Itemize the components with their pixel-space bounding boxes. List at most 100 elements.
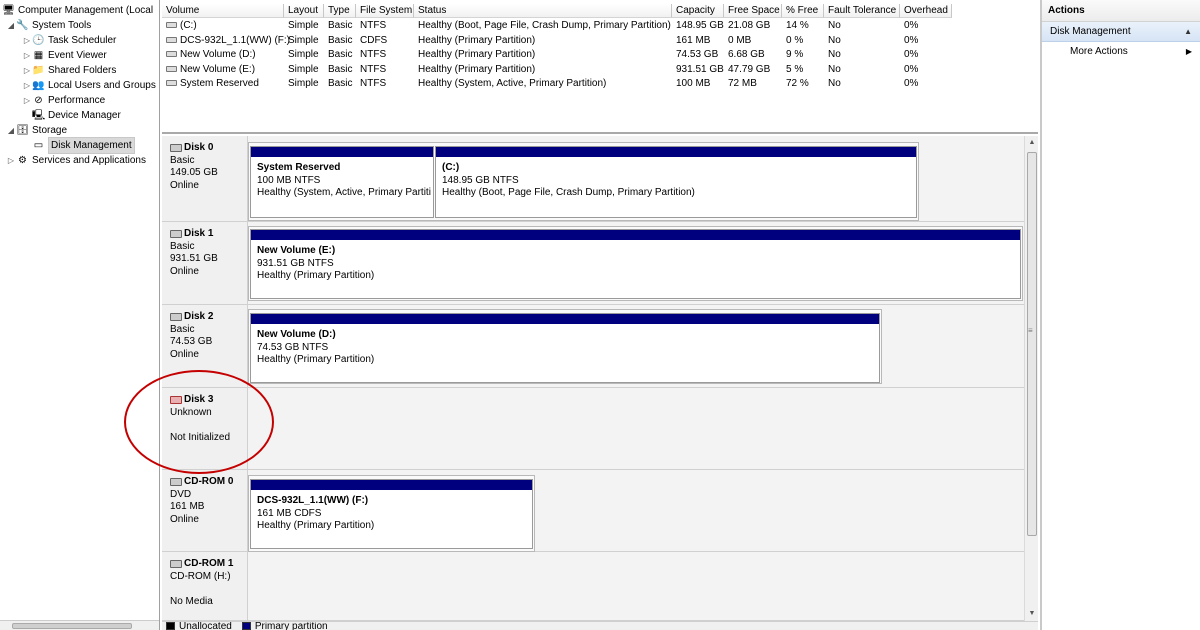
disk-info-panel[interactable]: Disk 0 Basic 149.05 GB Online — [162, 136, 248, 221]
disk-row: Disk 2 Basic 74.53 GB Online New Volume (D:)… — [162, 305, 1024, 388]
disk-detail-line — [170, 419, 247, 432]
legend-label-unallocated: Unallocated — [179, 621, 232, 630]
tree-item-disk-management[interactable]: ▭ Disk Management — [32, 137, 135, 154]
scroll-down-arrow-icon[interactable]: ▼ — [1025, 607, 1039, 621]
disk-row: Disk 3 Unknown Not Initialized — [162, 388, 1024, 470]
expand-arrow-icon[interactable]: ▷ — [6, 153, 16, 168]
cell-text: 0% — [904, 20, 919, 31]
volume-cell: 5 % — [782, 63, 824, 77]
column-header-volume[interactable]: Volume — [162, 4, 284, 18]
disk-management-icon: ▭ — [33, 140, 44, 151]
cell-text: Basic — [328, 20, 353, 31]
partition-box[interactable]: New Volume (D:) 74.53 GB NTFS Healthy (Pri… — [250, 313, 880, 383]
column-header-type[interactable]: Type — [324, 4, 356, 18]
partition-details: (C:) 148.95 GB NTFS Healthy (Boot, Page Fi… — [436, 157, 916, 200]
partition-status: Healthy (Primary Partition) — [257, 270, 375, 281]
column-header-status[interactable]: Status — [414, 4, 672, 18]
volume-cell: 72 % — [782, 77, 824, 91]
disk-info-panel[interactable]: Disk 3 Unknown Not Initialized — [162, 388, 248, 469]
volume-cell: Simple — [284, 77, 324, 91]
disk-name: Disk 3 — [170, 394, 247, 407]
expand-arrow-icon[interactable]: ▷ — [22, 63, 32, 78]
tree-item-device-manager[interactable]: 🖳 Device Manager — [32, 108, 121, 123]
volume-name-cell: New Volume (E:) — [162, 63, 284, 77]
partition-box[interactable]: DCS-932L_1.1(WW) (F:) 161 MB CDFS Healthy … — [250, 479, 533, 549]
volume-cell: Basic — [324, 48, 356, 62]
tree-item-shared-folders[interactable]: ▷ 📁 Shared Folders — [22, 63, 116, 78]
partition-details: New Volume (E:) 931.51 GB NTFS Healthy (Pr… — [251, 240, 1020, 283]
cell-text: System Reserved — [180, 78, 259, 89]
collapse-arrow-icon[interactable]: ◢ — [6, 123, 16, 138]
expand-arrow-icon[interactable]: ▷ — [22, 33, 32, 48]
drive-icon — [166, 36, 177, 43]
disk-name-text: Disk 3 — [184, 394, 214, 405]
partition-status: Healthy (Primary Partition) — [257, 354, 375, 365]
disk-info-panel[interactable]: Disk 1 Basic 931.51 GB Online — [162, 222, 248, 304]
tree-item-label: Event Viewer — [48, 50, 107, 61]
column-header-free-space[interactable]: Free Space — [724, 4, 782, 18]
column-header-capacity[interactable]: Capacity — [672, 4, 724, 18]
disk-info-panel[interactable]: Disk 2 Basic 74.53 GB Online — [162, 305, 248, 387]
disk-row: CD-ROM 0 DVD 161 MB Online DCS-932L_1.1(WW) … — [162, 470, 1024, 552]
column-header-layout[interactable]: Layout — [284, 4, 324, 18]
disk-info-panel[interactable]: CD-ROM 1 CD-ROM (H:) No Media — [162, 552, 248, 620]
disk-name-text: Disk 1 — [184, 228, 214, 239]
partition-details: New Volume (D:) 74.53 GB NTFS Healthy (Pri… — [251, 324, 879, 367]
volume-cell: No — [824, 34, 900, 48]
disk-detail-line: 149.05 GB — [170, 167, 218, 178]
scroll-up-arrow-icon[interactable]: ▲ — [1025, 136, 1039, 150]
tree-item-task-scheduler[interactable]: ▷ 🕒 Task Scheduler — [22, 33, 116, 48]
disk-detail-line: 161 MB — [170, 501, 205, 512]
column-header-overhead[interactable]: Overhead — [900, 4, 952, 18]
volume-cell: 0% — [900, 63, 952, 77]
users-icon: 👥 — [32, 80, 45, 91]
expand-arrow-icon[interactable]: ▷ — [22, 93, 32, 108]
disk-view-vertical-scrollbar[interactable]: ▲ ≡ ▼ — [1024, 136, 1038, 621]
tree-item-computer-management[interactable]: 🖥 Computer Management (Local — [2, 3, 153, 18]
collapse-arrow-icon[interactable]: ◢ — [6, 18, 16, 33]
expand-arrow-icon[interactable]: ▷ — [22, 78, 32, 93]
tree-item-services-and-applications[interactable]: ▷ ⚙ Services and Applications — [6, 153, 146, 168]
volume-name-cell: System Reserved — [162, 77, 284, 91]
tree-item-event-viewer[interactable]: ▷ ▦ Event Viewer — [22, 48, 107, 63]
disk-name-text: CD-ROM 1 — [184, 558, 234, 569]
collapse-caret-icon[interactable]: ▲ — [1184, 22, 1192, 42]
tree-item-label: Local Users and Groups — [48, 80, 156, 91]
volume-cell: Healthy (Boot, Page File, Crash Dump, Pr… — [414, 19, 672, 33]
scrollbar-thumb[interactable] — [1027, 152, 1037, 536]
tree-item-storage[interactable]: ◢ 🗄 Storage — [6, 123, 67, 138]
expand-arrow-icon[interactable]: ▷ — [22, 48, 32, 63]
partition-status: Healthy (Primary Partition) — [257, 520, 375, 531]
column-header-fault-tolerance[interactable]: Fault Tolerance — [824, 4, 900, 18]
partition-box[interactable]: New Volume (E:) 931.51 GB NTFS Healthy (Pr… — [250, 229, 1021, 299]
tools-icon: 🔧 — [16, 20, 29, 31]
cd-drive-icon — [170, 478, 182, 487]
action-more-actions[interactable]: More Actions ▶ — [1042, 42, 1200, 62]
disk-info-panel[interactable]: CD-ROM 0 DVD 161 MB Online — [162, 470, 248, 551]
partition-box[interactable]: (C:) 148.95 GB NTFS Healthy (Boot, Page Fi… — [435, 146, 917, 218]
disk-detail-line: Online — [170, 265, 199, 277]
cell-text: Basic — [328, 34, 353, 46]
column-header-percent-free[interactable]: % Free — [782, 4, 824, 18]
volume-cell: No — [824, 19, 900, 33]
tree-item-performance[interactable]: ▷ ⊘ Performance — [22, 93, 105, 108]
scrollbar-thumb[interactable] — [12, 623, 132, 629]
partition-box[interactable]: System Reserved 100 MB NTFS Healthy (Syste… — [250, 146, 434, 218]
computer-icon: 🖥 — [2, 5, 15, 16]
column-header-file-system[interactable]: File System — [356, 4, 414, 18]
tree-horizontal-scrollbar[interactable] — [0, 620, 159, 630]
cell-text: No — [828, 20, 841, 31]
volume-cell: NTFS — [356, 19, 414, 33]
cell-text: 14 % — [786, 20, 809, 31]
partition-status: Healthy (System, Active, Primary Partiti — [257, 187, 431, 198]
device-manager-icon: 🖳 — [31, 110, 46, 121]
disk-detail-line: CD-ROM (H:) — [170, 570, 231, 582]
tree-item-system-tools[interactable]: ◢ 🔧 System Tools — [6, 18, 91, 33]
actions-title: Actions — [1042, 0, 1200, 22]
tree-item-local-users-and-groups[interactable]: ▷ 👥 Local Users and Groups — [22, 78, 156, 93]
primary-partition-bar — [251, 314, 879, 324]
actions-section-disk-management[interactable]: Disk Management ▲ — [1042, 22, 1200, 42]
volume-cell: No — [824, 63, 900, 77]
services-icon: ⚙ — [18, 155, 27, 166]
cell-text: NTFS — [360, 78, 387, 89]
